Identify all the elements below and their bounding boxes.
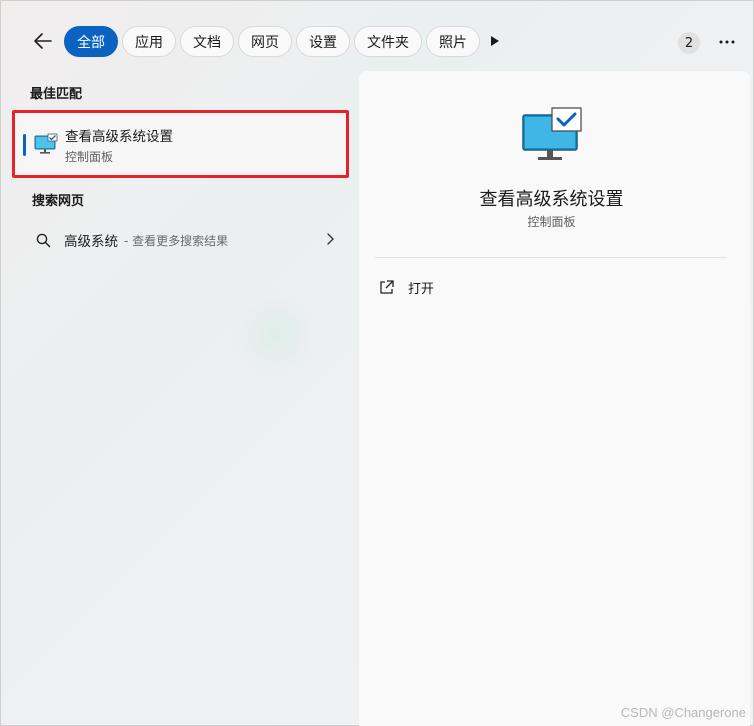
best-match-heading: 最佳匹配: [30, 87, 83, 102]
tab-photos[interactable]: 照片: [426, 26, 480, 57]
tab-settings[interactable]: 设置: [296, 26, 350, 57]
monitor-checkmark-large-icon: [522, 107, 582, 160]
chevron-right-icon: [327, 233, 334, 245]
play-icon: [491, 36, 499, 46]
selection-indicator: [23, 134, 26, 156]
open-action[interactable]: 打开: [379, 273, 434, 301]
open-external-icon: [380, 279, 394, 294]
monitor-checkmark-icon: [34, 133, 58, 154]
watermark: CSDN @Changerone: [620, 705, 746, 720]
tab-folders[interactable]: 文件夹: [354, 26, 422, 57]
preview-title: 查看高级系统设置: [479, 189, 624, 210]
more-options-button[interactable]: [714, 30, 740, 54]
tab-documents[interactable]: 文档: [180, 26, 234, 57]
tab-apps[interactable]: 应用: [122, 26, 176, 57]
back-arrow-icon: [34, 33, 52, 49]
result-count-badge[interactable]: 2: [678, 32, 700, 54]
background-glow: [230, 290, 320, 380]
best-match-title: 查看高级系统设置: [65, 129, 173, 145]
web-search-hint: - 查看更多搜索结果: [124, 233, 229, 248]
back-button[interactable]: [30, 28, 56, 54]
web-search-result[interactable]: 高级系统 - 查看更多搜索结果: [24, 222, 344, 258]
more-tabs-button[interactable]: [482, 28, 508, 54]
tab-web[interactable]: 网页: [238, 26, 292, 57]
preview-subtitle: 控制面板: [527, 215, 576, 229]
web-search-heading: 搜索网页: [32, 194, 85, 209]
filter-tabs: 全部 应用 文档 网页 设置 文件夹 照片: [64, 26, 480, 57]
ellipsis-icon: [719, 40, 735, 44]
web-search-query: 高级系统: [64, 234, 118, 250]
open-action-label: 打开: [408, 281, 435, 297]
preview-divider: [375, 257, 727, 258]
search-icon: [36, 233, 56, 248]
tab-all[interactable]: 全部: [64, 26, 118, 57]
best-match-subtitle: 控制面板: [65, 150, 114, 164]
preview-panel: 查看高级系统设置 控制面板 打开: [359, 71, 750, 726]
best-match-result[interactable]: 查看高级系统设置 控制面板: [12, 110, 349, 178]
